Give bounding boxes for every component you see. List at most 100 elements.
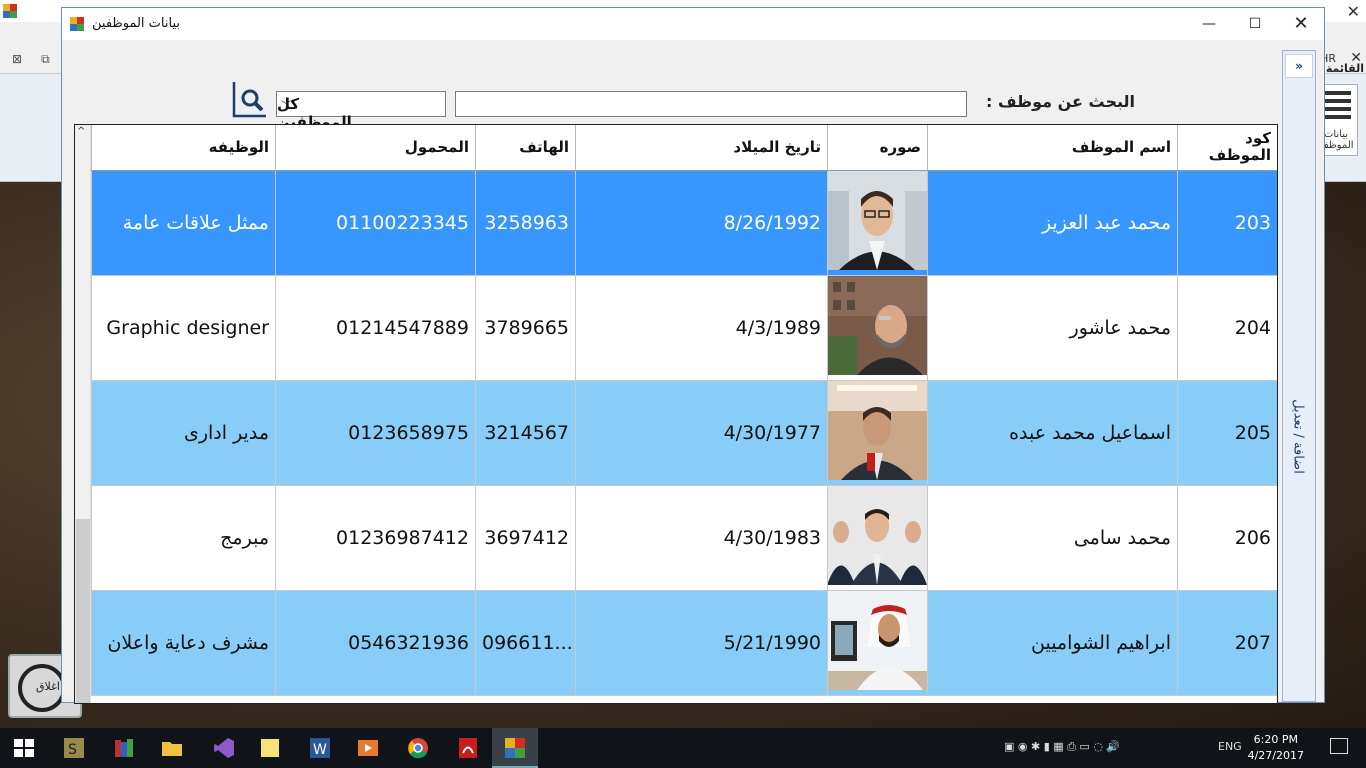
cell-code[interactable]: 203 (1177, 169, 1277, 276)
table-row[interactable]: 203 محمد عبد العزيز 8/26/1992 3258963 01… (91, 169, 1277, 276)
folder-icon[interactable] (160, 736, 184, 760)
clock[interactable]: 6:20 PM 4/27/2017 (1248, 732, 1304, 764)
chrome-icon[interactable] (406, 736, 430, 760)
svg-text:S: S (68, 742, 77, 758)
cell-photo[interactable] (827, 379, 928, 486)
table-header-row: كود الموظف اسم الموظف صوره تاريخ الميلاد… (91, 125, 1277, 171)
clock-date: 4/27/2017 (1247, 749, 1304, 762)
cell-photo[interactable] (827, 589, 928, 696)
vertical-scrollbar[interactable]: ^ (75, 125, 91, 703)
notification-icon[interactable] (1330, 738, 1348, 754)
table-row[interactable]: 204 محمد عاشور 4/3/1989 3789665 01214547… (91, 274, 1277, 381)
cell-photo[interactable] (827, 484, 928, 591)
scroll-up-icon[interactable]: ^ (77, 126, 85, 137)
close-icon[interactable]: ✕ (1347, 2, 1360, 21)
scroll-thumb[interactable] (76, 519, 90, 703)
clock-time: 6:20 PM (1253, 733, 1298, 746)
add-edit-panel-label[interactable]: اضافة / تعديل (1291, 362, 1306, 512)
employee-photo (828, 486, 927, 585)
employee-photo (828, 591, 927, 690)
cell-birthdate[interactable]: 8/26/1992 (575, 169, 828, 276)
cell-photo[interactable] (827, 169, 928, 276)
search-input[interactable] (455, 91, 967, 117)
pdf-reader-icon[interactable] (456, 736, 480, 760)
cell-job[interactable]: مدير ادارى (91, 379, 276, 486)
cell-mobile[interactable]: 01236987412 (275, 484, 476, 591)
cell-mobile[interactable]: 0123658975 (275, 379, 476, 486)
column-header-code[interactable]: كود الموظف (1177, 125, 1277, 171)
cell-code[interactable]: 207 (1177, 589, 1277, 696)
cell-code[interactable]: 204 (1177, 274, 1277, 381)
cell-birthdate[interactable]: 4/3/1989 (575, 274, 828, 381)
employees-window: بيانات الموظفين — ☐ ✕ البحث عن موظف : كل… (61, 7, 1325, 704)
maximize-button[interactable]: ☐ (1232, 8, 1278, 40)
cell-phone[interactable]: 3789665 (475, 274, 576, 381)
employee-photo (828, 276, 927, 375)
cell-name[interactable]: محمد عبد العزيز (927, 169, 1178, 276)
active-app-highlight[interactable] (492, 728, 538, 768)
employees-grid[interactable]: ^ كود الموظف اسم الموظف صوره تاريخ الميل… (74, 124, 1278, 704)
cell-code[interactable]: 206 (1177, 484, 1277, 591)
cell-photo[interactable] (827, 274, 928, 381)
cell-birthdate[interactable]: 4/30/1977 (575, 379, 828, 486)
windows-start-icon[interactable] (12, 736, 36, 760)
employees-table: كود الموظف اسم الموظف صوره تاريخ الميلاد… (91, 125, 1277, 696)
language-indicator[interactable]: ENG (1218, 740, 1242, 753)
search-label: البحث عن موظف : (986, 92, 1135, 111)
employee-photo (828, 171, 927, 270)
cell-birthdate[interactable]: 5/21/1990 (575, 589, 828, 696)
visual-studio-icon[interactable] (212, 736, 236, 760)
cell-birthdate[interactable]: 4/30/1983 (575, 484, 828, 591)
cell-phone[interactable]: 096611... (475, 589, 576, 696)
collapse-panel-button[interactable]: » (1285, 54, 1313, 78)
media-player-icon[interactable] (356, 736, 380, 760)
table-row[interactable]: 205 اسماعيل محمد عبده 4/30/1977 3214567 (91, 379, 1277, 486)
cell-code[interactable]: 205 (1177, 379, 1277, 486)
cell-job[interactable]: مشرف دعاية واعلان (91, 589, 276, 696)
cell-job[interactable]: مبرمج (91, 484, 276, 591)
window-titlebar: بيانات الموظفين — ☐ ✕ (62, 8, 1324, 40)
close-button[interactable]: ✕ (1278, 8, 1324, 40)
column-header-name[interactable]: اسم الموظف (927, 125, 1178, 171)
books-icon[interactable] (112, 736, 136, 760)
cell-mobile[interactable]: 0546321936 (275, 589, 476, 696)
sticky-notes-icon[interactable] (258, 736, 282, 760)
tray-icons[interactable]: ▣ ◉ ✱ ▮ ▦ ⎙ ▭ ◌ 🔊 (1004, 740, 1120, 754)
cell-name[interactable]: محمد سامى (927, 484, 1178, 591)
table-row[interactable]: 206 محمد سامى 4/30/1983 3697412 01236987… (91, 484, 1277, 591)
employee-filter-select[interactable]: كل الموظفين ﹀ (276, 91, 446, 131)
table-row[interactable]: 207 ابراهيم الشواميين 5/21/1990 096611..… (91, 589, 1277, 696)
cell-phone[interactable]: 3214567 (475, 379, 576, 486)
sublime-icon[interactable]: S (62, 736, 86, 760)
minimize-button[interactable]: — (1186, 8, 1232, 40)
cell-job[interactable]: Graphic designer (91, 274, 276, 381)
cell-phone[interactable]: 3258963 (475, 169, 576, 276)
employees-app-icon (505, 738, 525, 758)
cell-job[interactable]: ممثل علاقات عامة (91, 169, 276, 276)
ribbon-tab[interactable]: القائمة (1326, 62, 1364, 75)
cell-name[interactable]: محمد عاشور (927, 274, 1178, 381)
word-icon[interactable]: W (308, 736, 332, 760)
cell-mobile[interactable]: 01100223345 (275, 169, 476, 276)
cell-mobile[interactable]: 01214547889 (275, 274, 476, 381)
column-header-job[interactable]: الوظيفه (91, 125, 276, 171)
svg-text:W: W (313, 742, 327, 758)
taskbar: S W ▣ ◉ ✱ ▮ ▦ ⎙ ▭ ◌ 🔊 ENG 6:20 PM 4/27/2… (0, 728, 1366, 768)
search-icon[interactable] (232, 80, 268, 118)
chevron-down-icon: ﹀ (281, 101, 291, 112)
column-header-birthdate[interactable]: تاريخ الميلاد (575, 125, 828, 171)
cell-name[interactable]: اسماعيل محمد عبده (927, 379, 1178, 486)
employee-photo (828, 381, 927, 480)
window-title: بيانات الموظفين (92, 16, 180, 31)
close-app-label: اغلاق (36, 680, 60, 693)
column-header-photo[interactable]: صوره (827, 125, 928, 171)
window-app-icon (70, 17, 84, 31)
cell-name[interactable]: ابراهيم الشواميين (927, 589, 1178, 696)
toolbar-icons[interactable]: ⊠ ⧉ (12, 52, 50, 67)
side-panel[interactable]: » اضافة / تعديل (1282, 50, 1316, 702)
list-icon (1323, 91, 1351, 121)
column-header-mobile[interactable]: المحمول (275, 125, 476, 171)
cell-phone[interactable]: 3697412 (475, 484, 576, 591)
app-icon (3, 4, 17, 18)
column-header-phone[interactable]: الهاتف (475, 125, 576, 171)
